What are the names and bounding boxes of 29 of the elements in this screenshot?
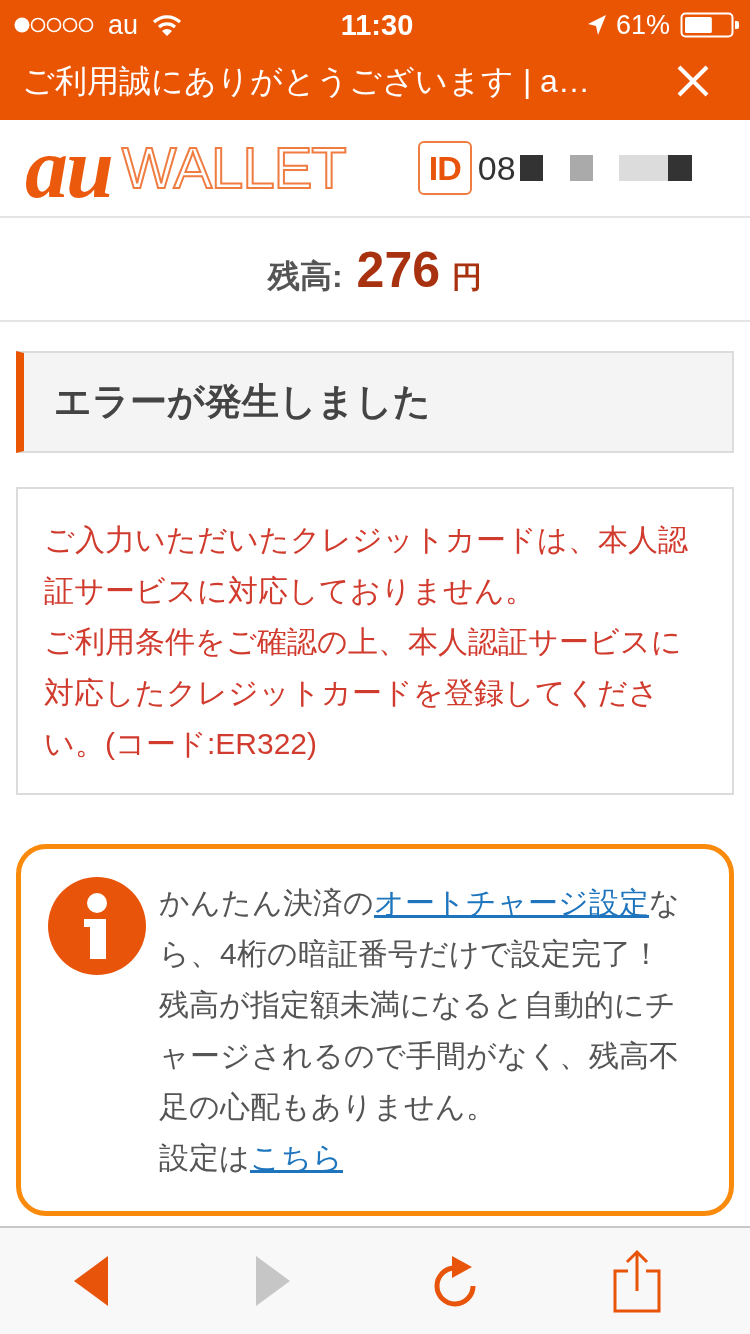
error-message: ご入力いただいたクレジットカードは、本人認証サービスに対応しておりません。 — [44, 522, 689, 609]
inline-link[interactable]: こちら — [250, 1141, 343, 1174]
close-icon[interactable] — [676, 64, 710, 98]
battery-percent: 61% — [615, 9, 670, 41]
brand-logo-text: au — [25, 135, 112, 201]
info-paragraph: 設定はこちら — [159, 1140, 344, 1176]
wifi-icon — [152, 14, 183, 36]
wallet-logo-text: WALLET — [121, 138, 346, 198]
back-icon[interactable] — [74, 1256, 108, 1306]
page-title: ご利用誠にありがとうございます | a… — [22, 62, 591, 101]
id-number: 08 — [477, 148, 516, 188]
error-heading: エラーが発生しました — [16, 351, 734, 453]
error-message: ご利用条件をご確認の上、本人認証サービスに対応したクレジットカードを登録してください。(コード:ER322) — [44, 624, 683, 762]
id-badge: ID — [417, 141, 472, 195]
carrier-name: au — [108, 9, 139, 41]
info-icon — [48, 877, 146, 975]
reload-icon[interactable] — [432, 1255, 478, 1307]
redaction-block — [569, 155, 593, 181]
currency-unit: 円 — [452, 259, 483, 295]
balance-label: 残高: — [267, 257, 343, 296]
info-paragraph: かんたん決済のオートチャージ設定なら、4桁の暗証番号だけで設定完了！残高が指定額未満になると自動的にチャージされるので手間がなく、残高不足の心配もありません。 — [159, 885, 681, 1125]
redaction-block — [519, 155, 543, 181]
status-time: 11:30 — [340, 9, 414, 41]
inline-link[interactable]: オートチャージ設定 — [374, 886, 649, 919]
balance-amount: 276 — [356, 241, 441, 300]
location-arrow-icon — [587, 15, 606, 35]
share-icon[interactable] — [613, 1249, 661, 1313]
signal-icon — [14, 16, 94, 34]
battery-icon — [680, 12, 740, 38]
